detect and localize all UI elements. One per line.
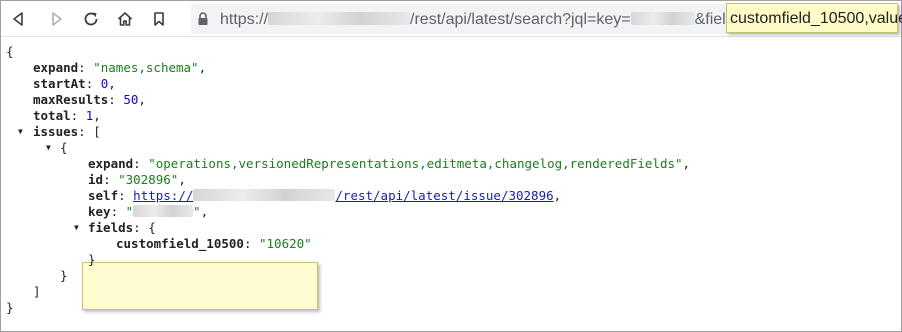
- json-key: expand: [88, 156, 134, 171]
- json-viewer: { expand: "names,schema", startAt: 0, ma…: [0, 38, 900, 330]
- issue-self-link[interactable]: https:// /rest/api/latest/issue/302896: [133, 188, 553, 203]
- reload-button[interactable]: [78, 6, 104, 32]
- issue-close-brace: }: [60, 268, 68, 283]
- json-key: fields: [88, 220, 134, 235]
- forward-arrow-icon: [52, 12, 62, 26]
- json-line-expand: expand: "names,schema",: [33, 60, 207, 75]
- reload-icon: [84, 12, 98, 26]
- json-string: "names,schema": [93, 60, 199, 75]
- redacted-issue-key: [630, 11, 695, 25]
- json-key: startAt: [33, 76, 86, 91]
- url-text: https:// /rest/api/latest/search?jql=key=…: [220, 11, 752, 28]
- json-line-total: total: 1,: [33, 108, 101, 123]
- fields-highlight-callout: [82, 262, 318, 310]
- json-key: maxResults: [33, 92, 109, 107]
- json-line-startAt: startAt: 0,: [33, 76, 116, 91]
- redacted-host: [193, 189, 336, 201]
- json-line-maxResults: maxResults: 50,: [33, 92, 146, 107]
- query-highlight-text: customfield_10500,value: [730, 10, 902, 27]
- issues-close-bracket: ]: [33, 284, 41, 299]
- json-key: customfield_10500: [116, 236, 244, 251]
- json-line-issue-id: id: "302896",: [88, 172, 186, 187]
- collapse-toggle-issues[interactable]: ▼: [18, 124, 23, 140]
- json-line-issue-expand: expand: "operations,versionedRepresentat…: [88, 156, 691, 171]
- root-open-brace: {: [6, 44, 14, 59]
- json-key: total: [33, 108, 71, 123]
- json-line-customfield: customfield_10500: "10620": [116, 236, 312, 251]
- lock-icon: [198, 12, 208, 25]
- json-line-issue-self: self: https:///rest/api/latest/issue/302…: [88, 188, 562, 203]
- home-icon: [117, 12, 133, 26]
- bookmark-button[interactable]: [146, 6, 172, 32]
- home-button[interactable]: [112, 6, 138, 32]
- json-string: "operations,versionedRepresentations,edi…: [148, 156, 683, 171]
- bookmark-icon: [154, 12, 164, 26]
- fields-close-brace: }: [88, 252, 96, 267]
- back-button[interactable]: [5, 6, 31, 32]
- link-path: /rest/api/latest/issue/302896: [335, 188, 554, 203]
- json-key: issues: [33, 124, 79, 139]
- back-arrow-icon: [13, 12, 23, 26]
- redacted-issue-key: [133, 205, 194, 217]
- link-scheme: https://: [133, 188, 194, 203]
- issue-open-brace: {: [60, 140, 68, 155]
- json-number: 50: [123, 92, 139, 107]
- json-key: self: [88, 188, 119, 203]
- json-key: key: [88, 204, 111, 219]
- json-string: "302896": [118, 172, 179, 187]
- url-scheme: https://: [220, 11, 269, 28]
- json-key: expand: [33, 60, 79, 75]
- collapse-toggle-fields[interactable]: ▼: [74, 220, 79, 236]
- url-path: /rest/api/latest/search?jql=key=: [410, 11, 631, 28]
- json-line-issues: issues: [: [33, 124, 101, 139]
- json-line-issue-key: key: " ",: [88, 204, 209, 219]
- collapse-toggle-issue-0[interactable]: ▼: [46, 140, 51, 156]
- redacted-host: [268, 11, 411, 25]
- root-close-brace: }: [6, 300, 14, 315]
- json-line-fields: fields: {: [88, 220, 156, 235]
- json-string: "10620": [259, 236, 312, 251]
- forward-button[interactable]: [44, 6, 70, 32]
- json-key: id: [88, 172, 104, 187]
